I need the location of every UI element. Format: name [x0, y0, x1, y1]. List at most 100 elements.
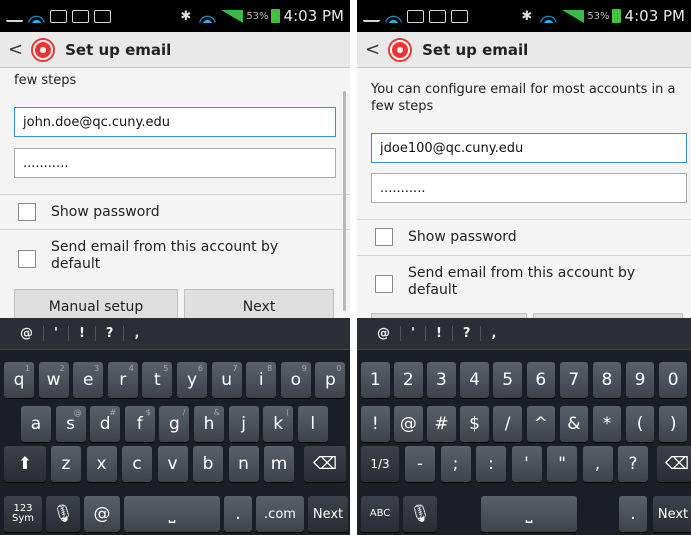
voicemail-icon: [363, 14, 380, 22]
password-field[interactable]: ...........: [371, 173, 687, 203]
key-sym0[interactable]: -: [405, 446, 435, 482]
suggestion-exclamation[interactable]: !: [69, 326, 96, 341]
suggestion-at[interactable]: @: [10, 326, 44, 341]
key-5[interactable]: 5: [493, 362, 522, 398]
key-9[interactable]: 9: [625, 362, 655, 398]
key-p[interactable]: p0: [315, 362, 346, 398]
key-n[interactable]: n: [228, 446, 259, 482]
page-key[interactable]: 1/3: [361, 446, 399, 482]
key-o[interactable]: o9: [280, 362, 311, 398]
key-6[interactable]: 6: [526, 362, 555, 398]
symbols-key[interactable]: 123 Sym: [4, 496, 42, 532]
send-default-checkbox[interactable]: [375, 275, 393, 293]
key-i[interactable]: i8: [246, 362, 277, 398]
key-3[interactable]: 3: [427, 362, 456, 398]
suggestion-apostrophe[interactable]: ': [401, 326, 426, 341]
key-h[interactable]: h &: [194, 406, 224, 442]
at-key[interactable]: @: [84, 496, 120, 532]
delete-key[interactable]: ⌫: [304, 446, 346, 482]
key-m[interactable]: m: [264, 446, 294, 482]
key-sym6[interactable]: ?: [618, 446, 648, 482]
key-2[interactable]: 2: [394, 362, 423, 398]
suggestion-question[interactable]: ?: [96, 326, 125, 341]
key-sym9[interactable]: ): [658, 406, 688, 442]
suggestion-exclamation[interactable]: !: [426, 326, 453, 341]
key-r[interactable]: r4: [107, 362, 138, 398]
suggestion-comma[interactable]: ,: [124, 326, 149, 341]
email-field[interactable]: john.doe@qc.cuny.edu: [14, 107, 336, 137]
key-j[interactable]: j: [228, 406, 259, 442]
mic-key[interactable]: 🎙: [46, 496, 80, 532]
key-1[interactable]: 1: [361, 362, 390, 398]
space-key[interactable]: ⎵: [481, 496, 577, 532]
divider: [0, 194, 350, 195]
suggestion-question[interactable]: ?: [453, 326, 482, 341]
key-v[interactable]: v: [157, 446, 188, 482]
key-l[interactable]: l: [297, 406, 328, 442]
dot-key[interactable]: .: [619, 496, 647, 532]
key-sym2[interactable]: #: [427, 406, 456, 442]
shift-key[interactable]: ⬆: [4, 446, 46, 482]
back-icon[interactable]: <: [8, 39, 23, 60]
key-d[interactable]: d #: [90, 406, 121, 442]
suggestion-at[interactable]: @: [367, 326, 401, 341]
key-f[interactable]: f $: [124, 406, 155, 442]
key-0[interactable]: 0: [658, 362, 688, 398]
key-sym4[interactable]: ": [547, 446, 577, 482]
key-x[interactable]: x: [86, 446, 117, 482]
key-sym1[interactable]: @: [394, 406, 423, 442]
key-sym5[interactable]: ,: [582, 446, 613, 482]
back-icon[interactable]: <: [365, 39, 380, 60]
dotcom-key[interactable]: .com: [256, 496, 304, 532]
key-4[interactable]: 4: [460, 362, 489, 398]
key-sym6[interactable]: &: [559, 406, 589, 442]
show-password-checkbox[interactable]: [18, 203, 36, 221]
delete-key[interactable]: ⌫: [657, 446, 691, 482]
key-a[interactable]: a: [21, 406, 51, 442]
page-title: Set up email: [422, 40, 529, 59]
dot-key[interactable]: .: [224, 496, 252, 532]
keyboard: @ ' ! ? , 1234567890 ! @ # $ / ^ & *() 1/3 -;: '…: [357, 318, 691, 535]
wifi-icon: [385, 9, 402, 23]
abc-key[interactable]: ABC: [361, 496, 399, 532]
password-field[interactable]: ...........: [14, 148, 336, 178]
key-b[interactable]: b: [193, 446, 223, 482]
mail-icon: [94, 9, 111, 23]
key-7[interactable]: 7: [559, 362, 589, 398]
key-sym1[interactable]: ;: [440, 446, 471, 482]
key-sym2[interactable]: :: [476, 446, 506, 482]
space-key[interactable]: ⎵: [124, 496, 220, 532]
wifi-icon: [28, 9, 45, 23]
key-y[interactable]: y6: [177, 362, 207, 398]
key-t[interactable]: t5: [142, 362, 173, 398]
key-k[interactable]: k(: [263, 406, 294, 442]
email-field[interactable]: jdoe100@qc.cuny.edu: [371, 133, 687, 163]
show-password-checkbox[interactable]: [375, 228, 393, 246]
screenshot-right: ✱ 53% 4:03 PM < Set up email You can con…: [357, 0, 691, 535]
mic-key[interactable]: 🎙: [403, 496, 437, 532]
send-default-checkbox[interactable]: [18, 250, 36, 268]
key-g[interactable]: g /: [159, 406, 190, 442]
key-sym8[interactable]: (: [625, 406, 655, 442]
key-e[interactable]: e3: [73, 362, 104, 398]
key-sym7[interactable]: *: [592, 406, 622, 442]
key-s[interactable]: s @: [55, 406, 86, 442]
key-z[interactable]: z: [51, 446, 81, 482]
suggestion-apostrophe[interactable]: ': [44, 326, 69, 341]
key-u[interactable]: u7: [211, 362, 242, 398]
next-key[interactable]: Next: [308, 496, 348, 532]
key-sym3[interactable]: $: [460, 406, 489, 442]
key-sym3[interactable]: ': [511, 446, 542, 482]
status-bar: ✱ 53% 4:03 PM: [0, 0, 350, 32]
key-sym4[interactable]: /: [493, 406, 522, 442]
key-q[interactable]: q1: [4, 362, 34, 398]
key-sym5[interactable]: ^: [526, 406, 555, 442]
key-sym0[interactable]: !: [361, 406, 390, 442]
status-bar: ✱ 53% 4:03 PM: [357, 0, 691, 32]
next-key[interactable]: Next: [653, 496, 691, 532]
key-w[interactable]: w2: [38, 362, 69, 398]
scrollbar[interactable]: [343, 91, 346, 311]
key-c[interactable]: c: [122, 446, 152, 482]
key-8[interactable]: 8: [592, 362, 622, 398]
suggestion-comma[interactable]: ,: [481, 326, 506, 341]
